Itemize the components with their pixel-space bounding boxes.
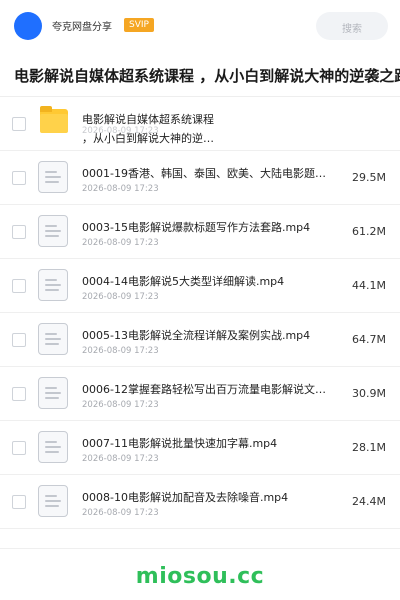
file-name: 0005-13电影解说全流程详解及案例实战.mp4 (82, 329, 311, 342)
file-name: 0006-12掌握套路轻松写出百万流量电影解说文案… (82, 383, 334, 396)
file-size: 64.7M (352, 333, 386, 346)
file-name: 0007-11电影解说批量快速加字幕.mp4 (82, 437, 278, 450)
file-size: 30.9M (352, 387, 386, 400)
file-date: 2026-08-09 17:23 (82, 292, 159, 302)
list-item[interactable]: 0008-10电影解说加配音及去除噪音.mp4 2026-08-09 17:23… (0, 475, 400, 529)
footer-divider (0, 548, 400, 549)
list-item[interactable]: 0005-13电影解说全流程详解及案例实战.mp4 2026-08-09 17:… (0, 313, 400, 367)
file-name: 0001-19香港、韩国、泰国、欧美、大陆电影题材… (82, 167, 334, 180)
document-icon (38, 377, 68, 409)
file-name: 0004-14电影解说5大类型详细解读.mp4 (82, 275, 285, 288)
title-bar: 电影解说自媒体超系统课程 ，从小白到解说大神的逆袭之路 (0, 54, 400, 97)
document-icon (38, 323, 68, 355)
page-title: 电影解说自媒体超系统课程 ，从小白到解说大神的逆袭之路 (14, 67, 400, 85)
file-date: 2026-08-09 17:23 (82, 508, 159, 518)
checkbox[interactable] (12, 387, 26, 401)
file-size: 61.2M (352, 225, 386, 238)
file-date: 2026-08-09 17:23 (82, 238, 159, 248)
avatar[interactable] (14, 12, 42, 40)
search-button[interactable]: 搜索 (316, 12, 388, 40)
checkbox[interactable] (12, 225, 26, 239)
header: 夸克网盘分享 SVIP 搜索 (0, 0, 400, 52)
file-size: 29.5M (352, 171, 386, 184)
file-date: 2026-08-09 17:23 (82, 184, 159, 194)
watermark: miosou.cc (135, 564, 265, 589)
list-item[interactable]: 0003-15电影解说爆款标题写作方法套路.mp4 2026-08-09 17:… (0, 205, 400, 259)
list-item[interactable]: 0006-12掌握套路轻松写出百万流量电影解说文案… 2026-08-09 17… (0, 367, 400, 421)
list-item[interactable]: 0007-11电影解说批量快速加字幕.mp4 2026-08-09 17:23 … (0, 421, 400, 475)
checkbox[interactable] (12, 117, 26, 131)
checkbox[interactable] (12, 333, 26, 347)
svip-badge: SVIP (124, 18, 154, 32)
file-date: 2026-08-09 17:23 (82, 346, 159, 356)
brand-label: 夸克网盘分享 (52, 22, 112, 33)
document-icon (38, 269, 68, 301)
document-icon (38, 485, 68, 517)
document-icon (38, 431, 68, 463)
file-list: 2026-08-09 17:23 电影解说自媒体超系统课程 ，从小白到解说大神的… (0, 97, 400, 529)
checkbox[interactable] (12, 171, 26, 185)
checkbox[interactable] (12, 441, 26, 455)
list-item[interactable]: 0001-19香港、韩国、泰国、欧美、大陆电影题材… 2026-08-09 17… (0, 151, 400, 205)
file-size: 28.1M (352, 441, 386, 454)
checkbox[interactable] (12, 279, 26, 293)
file-size: 44.1M (352, 279, 386, 292)
checkbox[interactable] (12, 495, 26, 509)
folder-name-line2: ，从小白到解说大神的逆… (82, 132, 214, 145)
list-item-folder[interactable]: 2026-08-09 17:23 电影解说自媒体超系统课程 ，从小白到解说大神的… (0, 97, 400, 151)
file-name: 0003-15电影解说爆款标题写作方法套路.mp4 (82, 221, 311, 234)
file-size: 24.4M (352, 495, 386, 508)
file-name: 0008-10电影解说加配音及去除噪音.mp4 (82, 491, 289, 504)
file-date: 2026-08-09 17:23 (82, 454, 159, 464)
search-label: 搜索 (342, 24, 362, 35)
folder-icon (40, 106, 68, 133)
file-date: 2026-08-09 17:23 (82, 400, 159, 410)
document-icon (38, 161, 68, 193)
list-item[interactable]: 0004-14电影解说5大类型详细解读.mp4 2026-08-09 17:23… (0, 259, 400, 313)
folder-name: 电影解说自媒体超系统课程 (82, 113, 214, 126)
share-page: 夸克网盘分享 SVIP 搜索 电影解说自媒体超系统课程 ，从小白到解说大神的逆袭… (0, 0, 400, 600)
document-icon (38, 215, 68, 247)
